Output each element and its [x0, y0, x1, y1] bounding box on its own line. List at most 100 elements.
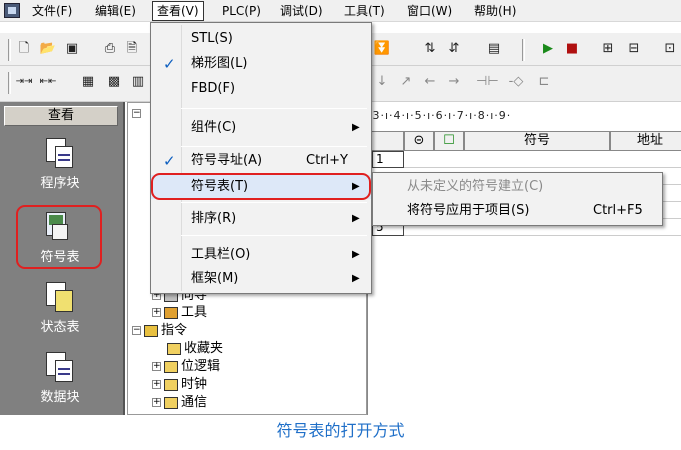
grid-header-unused-icon[interactable]: ☐ [434, 131, 464, 151]
menu-bar: 文件(F) 编辑(E) 查看(V) PLC(P) 调试(D) 工具(T) 窗口(… [0, 0, 681, 22]
submenu-arrow-icon: ▶ [352, 249, 360, 260]
contact-icon[interactable]: ⊣⊢ [476, 72, 499, 92]
options-icon[interactable]: ▤ [484, 39, 504, 59]
expand-icon[interactable]: + [152, 362, 161, 371]
menu-item-sort[interactable]: 排序(R) ▶ [151, 207, 371, 231]
grid-header-comment-icon[interactable]: ⊝ [404, 131, 434, 151]
tree-item-favorites[interactable]: 收藏夹 [164, 340, 223, 357]
menu-file[interactable]: 文件(F) [28, 2, 76, 20]
menu-item-create-from-undefined[interactable]: 从未定义的符号建立(C) [373, 175, 662, 199]
menu-debug[interactable]: 调试(D) [276, 2, 327, 20]
menu-label: 排序(R) [191, 211, 237, 226]
tree-label-bit-logic: 位逻辑 [181, 359, 221, 374]
tree-label-communication: 通信 [181, 395, 208, 410]
box-icon[interactable]: ⊏ [534, 72, 554, 92]
print-icon[interactable]: ⎙ [100, 39, 120, 59]
menu-view[interactable]: 查看(V) [152, 1, 204, 21]
expand-icon[interactable]: + [152, 398, 161, 407]
line-up-icon[interactable]: ↗ [396, 72, 416, 92]
indent-icon[interactable]: ⇥⇥ [14, 72, 34, 92]
tree-item-communication[interactable]: + 通信 [152, 394, 207, 411]
stop-icon[interactable]: ■ [562, 39, 582, 59]
line-right-icon[interactable]: → [444, 72, 464, 92]
grid-header-address[interactable]: 地址 [610, 131, 681, 151]
block-icon[interactable]: ▦ [78, 72, 98, 92]
expand-icon[interactable]: + [152, 308, 161, 317]
symbol-table-highlight [16, 205, 102, 269]
line-left-icon[interactable]: ← [420, 72, 440, 92]
table-row[interactable]: 1 [368, 151, 681, 168]
toolbar-grip[interactable] [8, 72, 11, 94]
coil-icon[interactable]: -◇ [506, 72, 526, 92]
menu-item-fbd[interactable]: FBD(F) [151, 77, 371, 101]
menu-edit[interactable]: 编辑(E) [91, 2, 140, 20]
open-file-icon[interactable]: 📂 [38, 39, 58, 59]
menu-plc[interactable]: PLC(P) [218, 2, 265, 20]
chart-status-icon[interactable]: ⊡ [660, 39, 680, 59]
checkmark-icon: ✓ [163, 152, 176, 170]
run-icon[interactable]: ▶ [538, 39, 558, 59]
checkmark-icon: ✓ [163, 55, 176, 73]
instructions-folder-icon [144, 324, 158, 337]
tree-item-bit-logic[interactable]: + 位逻辑 [152, 358, 220, 375]
toolbar-grip[interactable] [522, 39, 525, 61]
preview-icon[interactable]: 🗎 [122, 39, 142, 59]
collapse-icon[interactable]: − [132, 109, 141, 118]
menu-label: 从未定义的符号建立(C) [407, 179, 544, 194]
save-icon[interactable]: ▣ [62, 39, 82, 59]
new-file-icon[interactable]: 🗋 [14, 39, 34, 59]
row-number: 1 [372, 151, 404, 168]
menu-item-toolbars[interactable]: 工具栏(O) ▶ [151, 243, 371, 267]
menu-label: 框架(M) [191, 271, 239, 286]
sort-descending-icon[interactable]: ⇵ [444, 39, 464, 59]
menu-separator [181, 235, 367, 236]
tree-item-instructions[interactable]: − 指令 [132, 322, 187, 339]
menu-item-apply-symbols[interactable]: 将符号应用于项目(S) Ctrl+F5 [373, 199, 662, 223]
clock-icon [164, 378, 178, 391]
symbol-table-grid: ·3·ı·4·ı·5·ı·6·ı·7·ı·8·ı·9· ⊝ ☐ 符号 地址 1 … [367, 102, 681, 415]
outdent-icon[interactable]: ⇤⇤ [38, 72, 58, 92]
menu-label: STL(S) [191, 31, 233, 46]
tree-label-tools: 工具 [181, 305, 208, 320]
grid-header-symbol[interactable]: 符号 [464, 131, 610, 151]
menu-tools[interactable]: 工具(T) [340, 2, 389, 20]
menu-item-components[interactable]: 组件(C) ▶ [151, 116, 371, 140]
program-block-icon [46, 138, 74, 168]
menu-item-stl[interactable]: STL(S) [151, 27, 371, 51]
status-table-icon [46, 282, 74, 312]
menu-label: 将符号应用于项目(S) [407, 203, 530, 218]
menu-item-frame[interactable]: 框架(M) ▶ [151, 267, 371, 291]
overlap-icon: ⊝ [413, 133, 425, 148]
tree-root-row[interactable]: − [132, 105, 141, 122]
tree-item-clock[interactable]: + 时钟 [152, 376, 207, 393]
toolbar-grip[interactable] [8, 39, 11, 61]
data-block-icon [46, 352, 74, 382]
menu-label: 符号寻址(A) [191, 153, 263, 168]
line-down-icon[interactable]: ↓ [372, 72, 392, 92]
menu-help[interactable]: 帮助(H) [470, 2, 520, 20]
nav-item-data-block[interactable]: 数据块 [0, 352, 120, 405]
favorites-icon [167, 342, 181, 355]
view-menu-dropdown: STL(S) ✓ 梯形图(L) FBD(F) 组件(C) ▶ ✓ 符号寻址(A) Ctr… [150, 22, 372, 294]
menu-window[interactable]: 窗口(W) [403, 2, 456, 20]
trend-icon[interactable]: ⊟ [624, 39, 644, 59]
program-status-icon[interactable]: ⊞ [598, 39, 618, 59]
nav-label-status-table: 状态表 [40, 320, 80, 335]
menu-shortcut: Ctrl+Y [306, 153, 348, 168]
communication-icon [164, 396, 178, 409]
nav-label-program-block: 程序块 [40, 176, 80, 191]
nav-item-program-block[interactable]: 程序块 [0, 138, 120, 191]
table-icon[interactable]: ▥ [128, 72, 148, 92]
nav-item-status-table[interactable]: 状态表 [0, 282, 120, 335]
menu-label: 组件(C) [191, 120, 237, 135]
column-ruler: ·3·ı·4·ı·5·ı·6·ı·7·ı·8·ı·9· [368, 109, 512, 122]
network-icon[interactable]: ▩ [104, 72, 124, 92]
menu-item-symbolic-addressing[interactable]: ✓ 符号寻址(A) Ctrl+Y [151, 149, 371, 173]
collapse-icon[interactable]: − [132, 326, 141, 335]
underline-download-icon[interactable]: ⏬ [372, 39, 392, 59]
submenu-arrow-icon: ▶ [352, 213, 360, 224]
sort-ascending-icon[interactable]: ⇅ [420, 39, 440, 59]
expand-icon[interactable]: + [152, 380, 161, 389]
menu-item-ladder[interactable]: ✓ 梯形图(L) [151, 52, 371, 76]
tree-item-tools[interactable]: + 工具 [152, 304, 207, 321]
